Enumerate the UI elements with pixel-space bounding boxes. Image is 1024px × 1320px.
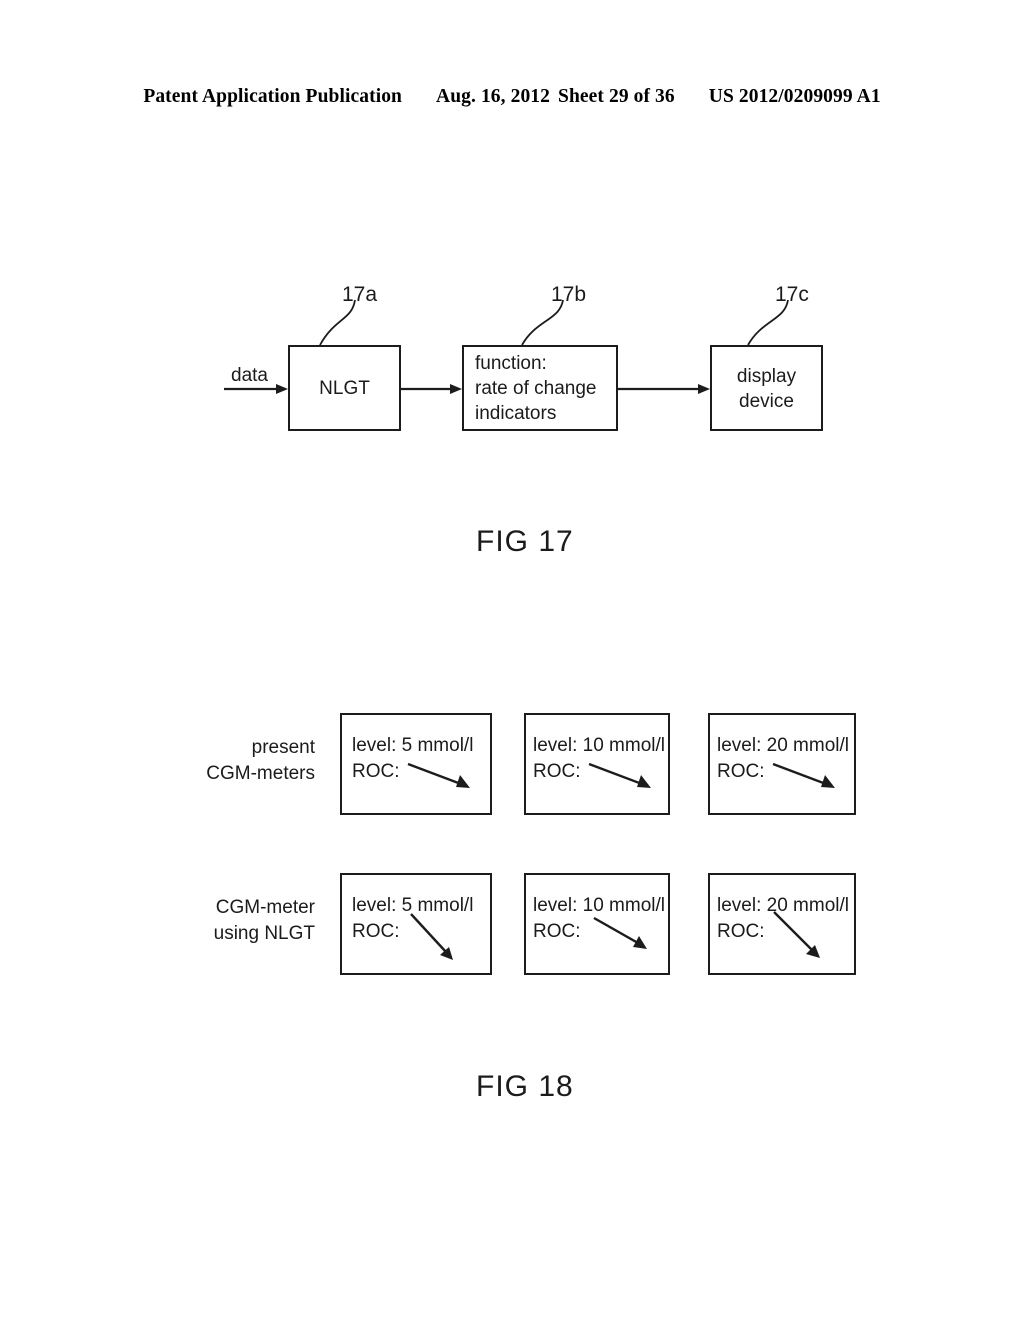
cell-row1-col3-roc: ROC: xyxy=(717,761,765,782)
data-input-label: data xyxy=(231,365,268,386)
block-function-line-2: rate of change xyxy=(475,378,597,399)
row-label-present-cgm-meters: present CGM-meters xyxy=(150,735,315,787)
publication-date: Aug. 16, 2012 xyxy=(436,86,550,107)
row-label-line-1: present xyxy=(251,737,315,758)
cell-row2-col2-roc: ROC: xyxy=(533,921,581,942)
page-header: Patent Application Publication Aug. 16, … xyxy=(0,86,1024,108)
ref-17b: 17b xyxy=(551,283,587,306)
publication-title: Patent Application Publication xyxy=(143,86,403,107)
sheet-number: Sheet 29 of 36 xyxy=(558,86,675,107)
cell-row2-col3-roc: ROC: xyxy=(717,921,765,942)
block-display-device-line-1: display xyxy=(736,366,797,387)
figure-18-caption: FIG 18 xyxy=(476,1070,574,1103)
document-number: US 2012/0209099 A1 xyxy=(708,86,881,107)
row-label-cgm-meter-using-nlgt: CGM-meter using NLGT xyxy=(150,895,315,947)
cell-row2-col2-level: level: 10 mmol/l xyxy=(533,895,665,916)
arrow-function-to-display xyxy=(618,384,710,394)
arrow-nlgt-to-function xyxy=(401,384,462,394)
cell-row1-col2-level: level: 10 mmol/l xyxy=(533,735,665,756)
cell-row2-col1-roc: ROC: xyxy=(352,921,400,942)
cell-row1-col2-roc: ROC: xyxy=(533,761,581,782)
ref-17c: 17c xyxy=(775,283,809,306)
row-label-line-2: using NLGT xyxy=(213,923,315,944)
cell-row2-col1-level: level: 5 mmol/l xyxy=(352,895,474,916)
row-label-line-1: CGM-meter xyxy=(215,897,315,918)
block-function-line-3: indicators xyxy=(475,403,557,424)
cell-row1-col3-level: level: 20 mmol/l xyxy=(717,735,849,756)
block-nlgt-label: NLGT xyxy=(319,378,370,399)
figure-vector-overlay xyxy=(224,299,835,960)
cell-row1-col1-level: level: 5 mmol/l xyxy=(352,735,474,756)
cell-row2-col3-level: level: 20 mmol/l xyxy=(717,895,849,916)
ref-17a: 17a xyxy=(342,283,378,306)
block-function-line-1: function: xyxy=(475,353,547,374)
figure-17-caption: FIG 17 xyxy=(476,525,574,558)
row-label-line-2: CGM-meters xyxy=(206,763,315,784)
cell-row1-col1-roc: ROC: xyxy=(352,761,400,782)
block-display-device-line-2: device xyxy=(739,391,794,412)
